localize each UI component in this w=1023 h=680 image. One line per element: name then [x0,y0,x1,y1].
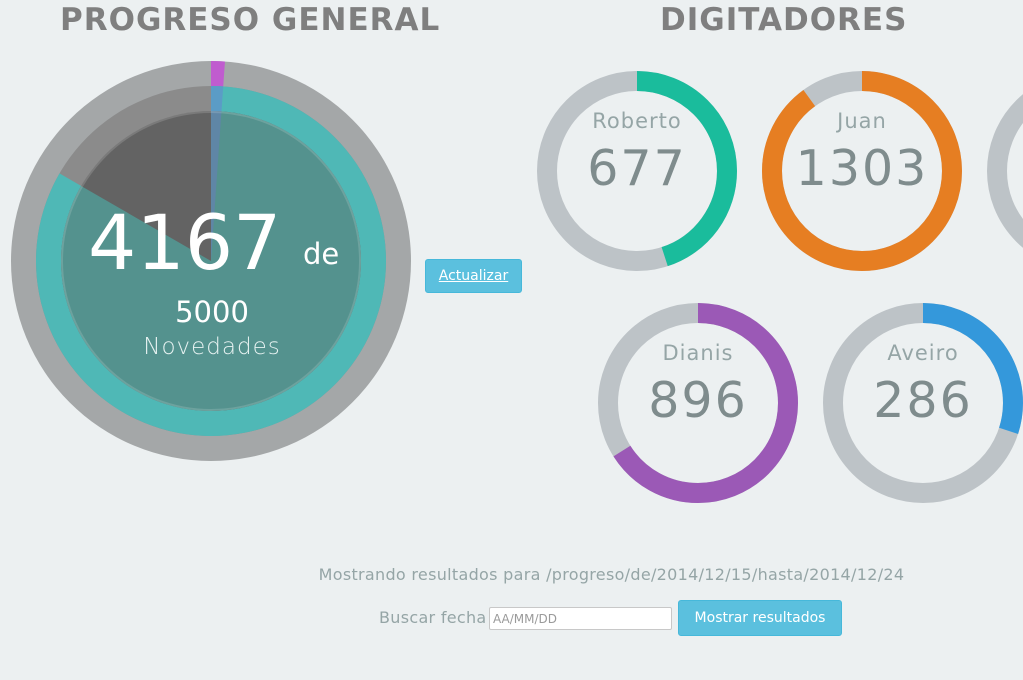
progress-count: 4167 [88,198,282,287]
date-search-label: Buscar fecha [379,608,487,627]
typist-count: 677 [587,140,687,197]
results-range-text: Mostrando resultados para /progreso/de/2… [318,565,905,584]
typist-card-juan: Juan 1303 [762,71,962,271]
typist-card-aveiro: Aveiro 286 [823,303,1023,503]
typist-ring-track [987,94,1023,248]
typist-name: Juan [837,109,887,133]
typist-count: 286 [873,372,973,429]
progress-units-label: Novedades [143,334,281,360]
progress-title: PROGRESO GENERAL [60,2,441,38]
typist-name: Aveiro [887,341,959,365]
typist-card-partial [987,71,1023,271]
typist-count: 1303 [795,140,929,197]
typist-count: 896 [648,372,748,429]
typist-name: Dianis [662,341,734,365]
typist-ring-partial [987,94,1023,248]
date-search-input[interactable] [489,607,672,630]
refresh-button[interactable]: Actualizar [425,259,522,293]
typist-card-roberto: Roberto 677 [537,71,737,271]
progress-de-label: de [303,237,340,271]
typist-card-dianis: Dianis 896 [598,303,798,503]
typist-name: Roberto [592,109,682,133]
typists-title: DIGITADORES [660,2,908,38]
show-results-button[interactable]: Mostrar resultados [678,600,842,636]
progress-total: 5000 [175,295,249,329]
